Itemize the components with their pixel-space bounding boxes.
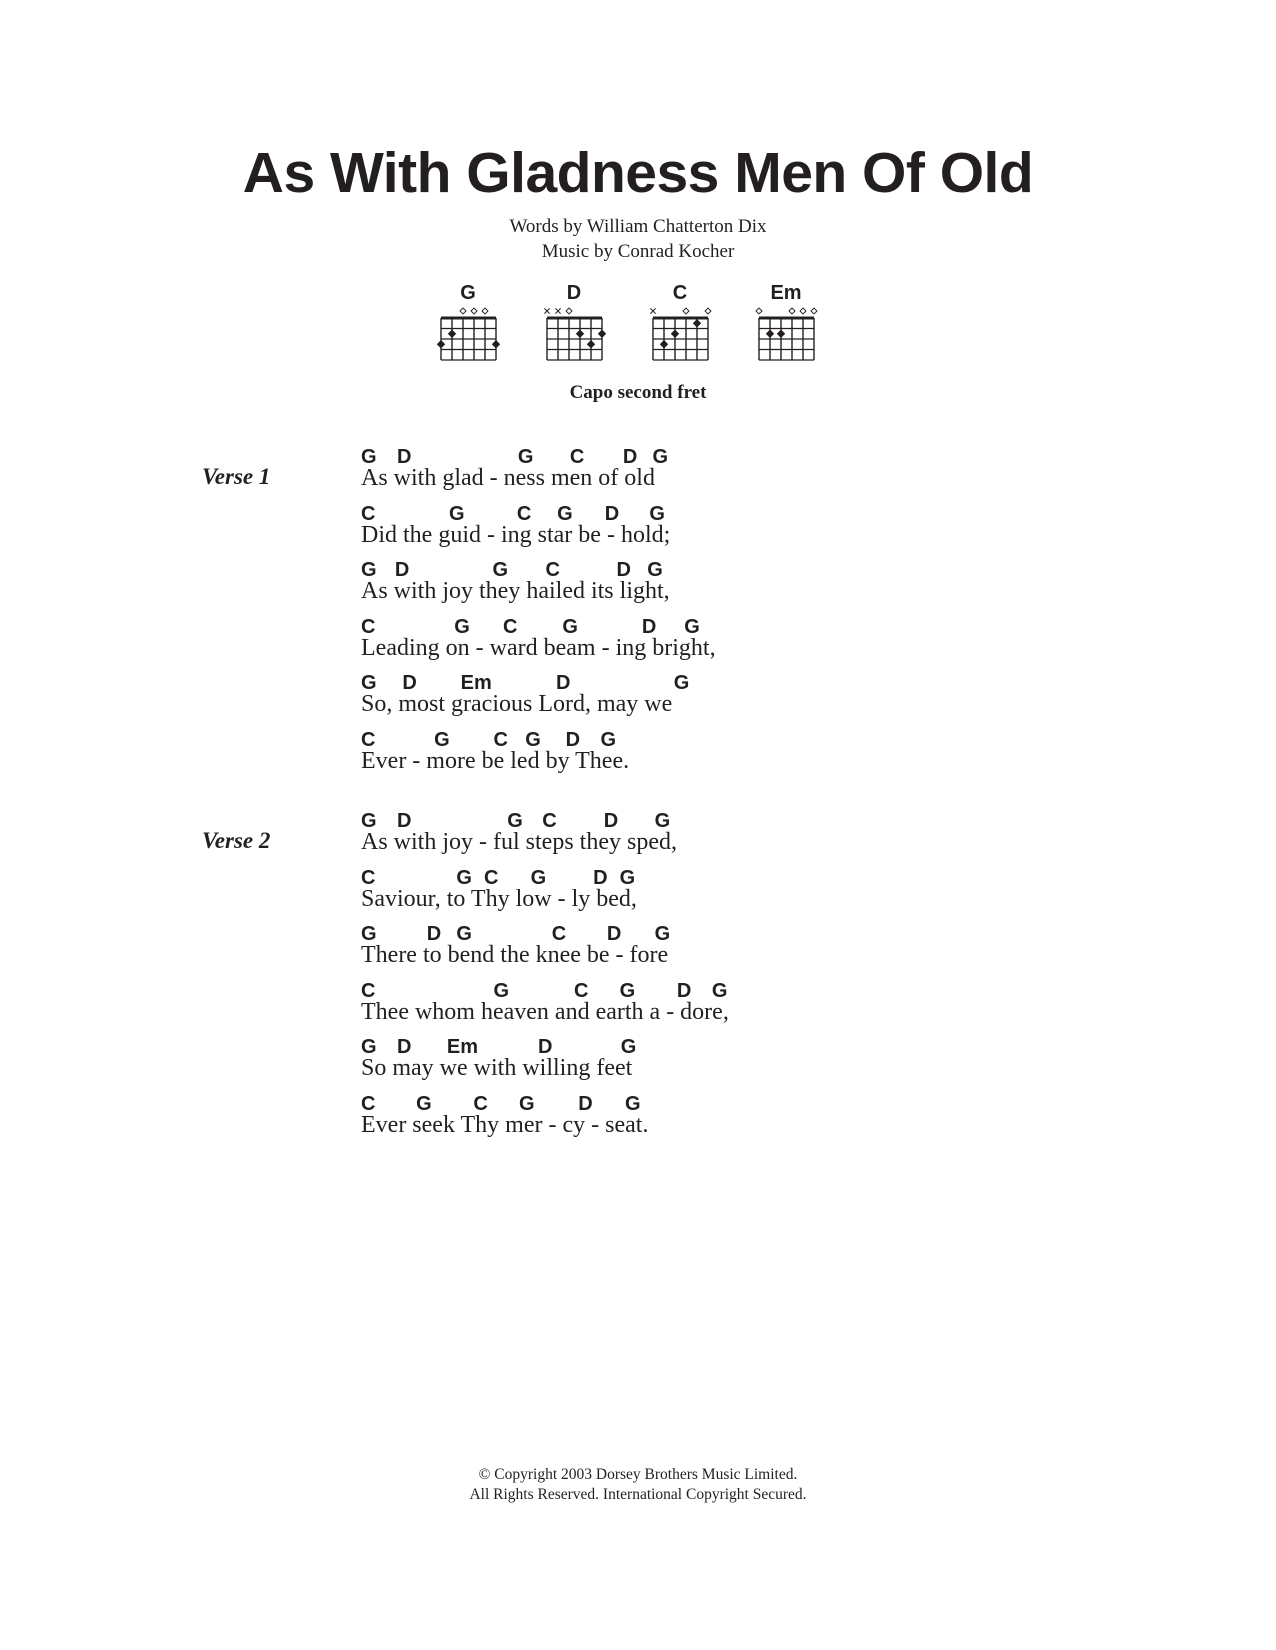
finger-dot-icon bbox=[575, 329, 585, 338]
lyric-line: G D G C D G As with joy they hailed its light, bbox=[361, 559, 1061, 615]
fretboard-grid bbox=[755, 307, 818, 361]
lyric-line: C G C G D G Thee whom heaven and earth a - dor… bbox=[361, 980, 1061, 1036]
finger-dot-icon bbox=[692, 319, 702, 328]
chord-diagram-name: G bbox=[460, 282, 476, 304]
chord-symbol: G bbox=[673, 672, 690, 694]
open-string-icon bbox=[481, 307, 489, 315]
words-credit: Words by William Chatterton Dix bbox=[509, 216, 767, 237]
lyric-text: Did the guid - ing star be - hold; bbox=[361, 521, 671, 548]
open-string-icon bbox=[565, 307, 573, 315]
capo-instruction: Capo second fret bbox=[569, 382, 707, 403]
finger-dot-icon bbox=[765, 329, 775, 338]
muted-string-icon bbox=[650, 308, 656, 314]
lyric-text: Thee whom heaven and earth a - dore, bbox=[361, 998, 729, 1025]
lyric-line: C G C G D G Ever seek Thy mer - cy - seat. bbox=[361, 1093, 1061, 1149]
open-string-icon bbox=[810, 307, 818, 315]
chord-diagram-em: Em bbox=[746, 282, 826, 362]
chord-diagram-name: D bbox=[566, 282, 582, 304]
verse-label: Verse 2 bbox=[202, 828, 271, 853]
lyric-line: C G C G D G Leading on - ward beam - ing brigh… bbox=[361, 616, 1061, 672]
lyric-text: As with joy they hailed its light, bbox=[361, 578, 670, 604]
nut bbox=[547, 316, 602, 320]
fretboard-grid bbox=[544, 307, 607, 361]
fretboard-grid bbox=[436, 307, 501, 361]
nut bbox=[653, 316, 708, 320]
lyric-text: So may we with willing feet bbox=[361, 1055, 633, 1081]
chord-diagram-name: C bbox=[672, 282, 688, 304]
lyric-line: C G C G D G Did the guid - ing star be - hold; bbox=[361, 503, 1061, 559]
lyric-line: G D Em D G So, most gracious Lord, may we bbox=[361, 672, 1061, 728]
lyric-line: G D G C D G As with glad - ness men of old bbox=[361, 446, 1061, 502]
lyric-text: Ever seek Thy mer - cy - seat. bbox=[361, 1111, 649, 1138]
finger-dot-icon bbox=[447, 329, 457, 338]
rights-line: All Rights Reserved. International Copyr… bbox=[469, 1486, 807, 1503]
open-string-icon bbox=[682, 307, 690, 315]
open-string-icon bbox=[788, 307, 796, 315]
lyric-line: G D G C D G As with joy - ful steps they sped, bbox=[361, 810, 1061, 866]
music-credit: Music by Conrad Kocher bbox=[541, 241, 735, 262]
lyric-text: Leading on - ward beam - ing bright, bbox=[361, 634, 716, 661]
lyric-line: G D G C D G There to bend the knee be - fore bbox=[361, 923, 1061, 979]
muted-string-icon bbox=[555, 308, 561, 314]
open-string-icon bbox=[704, 307, 712, 315]
muted-string-icon bbox=[544, 308, 550, 314]
song-title: As With Gladness Men Of Old bbox=[242, 141, 1034, 205]
open-string-icon bbox=[459, 307, 467, 315]
verse-label: Verse 1 bbox=[202, 464, 271, 489]
finger-dot-icon bbox=[491, 340, 501, 349]
chord-diagram-name: Em bbox=[770, 282, 802, 304]
lyric-text: As with glad - ness men of old bbox=[361, 465, 655, 491]
lyric-line: C G C G D G Saviour, to Thy low - ly bed, bbox=[361, 867, 1061, 923]
open-string-icon bbox=[799, 307, 807, 315]
chord-diagram-d: D bbox=[534, 282, 614, 362]
finger-dot-icon bbox=[659, 340, 669, 349]
copyright-line: © Copyright 2003 Dorsey Brothers Music L… bbox=[478, 1466, 798, 1483]
lyric-line: G D Em D G So may we with willing feet bbox=[361, 1036, 1061, 1092]
lyric-line: C G C G D G Ever - more be led by Thee. bbox=[361, 729, 1061, 785]
nut bbox=[441, 316, 496, 320]
fretboard-grid bbox=[650, 307, 712, 361]
chord-diagram-g: G bbox=[428, 282, 508, 362]
finger-dot-icon bbox=[776, 329, 786, 338]
finger-dot-icon bbox=[597, 329, 607, 338]
open-string-icon bbox=[470, 307, 478, 315]
finger-dot-icon bbox=[436, 340, 446, 349]
lyric-text: There to bend the knee be - fore bbox=[361, 942, 669, 968]
lyric-text: So, most gracious Lord, may we bbox=[361, 691, 673, 717]
chord-diagram-c: C bbox=[640, 282, 720, 362]
finger-dot-icon bbox=[670, 329, 680, 338]
finger-dot-icon bbox=[586, 340, 596, 349]
open-string-icon bbox=[755, 307, 763, 315]
lyric-text: Saviour, to Thy low - ly bed, bbox=[361, 885, 637, 912]
nut bbox=[759, 316, 814, 320]
lyric-text: As with joy - ful steps they sped, bbox=[361, 829, 677, 855]
lyric-text: Ever - more be led by Thee. bbox=[361, 747, 630, 774]
